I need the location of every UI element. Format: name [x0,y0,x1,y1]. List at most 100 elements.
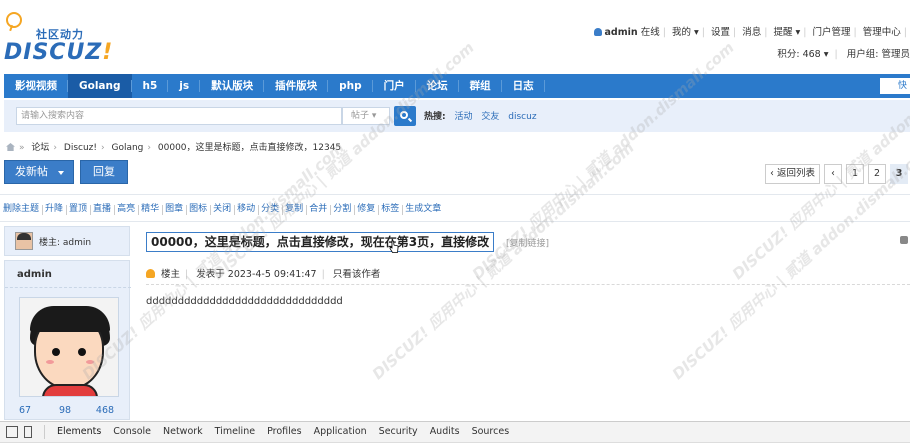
devtools-tab-console[interactable]: Console [107,422,157,442]
mod-close[interactable]: 关闭 [210,195,236,223]
mod-merge[interactable]: 合并 [306,195,332,223]
search-type-label: 帖子 [351,111,370,121]
chevron-down-icon [58,171,64,175]
devtools-tab-profiles[interactable]: Profiles [261,422,308,442]
copy-link-button[interactable]: [复制链接] [506,236,549,249]
quick-nav-button[interactable]: 快 [880,78,910,94]
nav-item-h5[interactable]: h5 [132,74,169,98]
floor-label: 楼主 [161,269,181,280]
breadcrumb-thread[interactable]: 00000，这里是标题，点击直接修改，12345 [158,143,341,153]
nav-item-js[interactable]: js [168,74,201,98]
mod-copy[interactable]: 复制 [282,195,308,223]
username-link[interactable]: admin [605,27,638,38]
credits-menu[interactable]: 积分: 468 [777,49,820,60]
devtools-tab-network[interactable]: Network [157,422,209,442]
thread-title-input[interactable]: 00000，这里是标题，点击直接修改，现在在第3页，直接修改 [146,232,495,252]
home-icon[interactable] [6,143,15,151]
nav-item-php[interactable]: php [328,74,373,98]
mod-highlight[interactable]: 高亮 [114,195,140,223]
search-type-select[interactable]: 帖子 ▾ [342,107,390,125]
search-icon [400,111,408,119]
nav-item-default[interactable]: 默认版块 [200,74,265,98]
breadcrumb: » 论坛 › Discuz! › Golang › 00000，这里是标题，点击直接修… [6,140,341,153]
hand-cursor-icon [389,240,399,253]
mod-live[interactable]: 直播 [90,195,116,223]
mod-split[interactable]: 分割 [330,195,356,223]
devtools-content [0,442,910,447]
user-toolbar: admin 在线 | 我的 ▾ | 设置 | 消息 | 提醒 ▾ | 门户管理 | 管理中心… [593,24,910,38]
hot-word-dating[interactable]: 交友 [481,112,499,122]
post-meta: 楼主 | 发表于 2023-4-5 09:41:47 | 只看该作者 [146,266,380,280]
mod-repair[interactable]: 修复 [354,195,380,223]
my-menu[interactable]: 我的 [672,24,691,38]
inspect-icon[interactable] [6,426,18,438]
author-stats: 67 98 468 [5,405,131,416]
messages-link[interactable]: 消息 [742,24,761,38]
nav-item-forum[interactable]: 论坛 [416,74,459,98]
portal-admin-link[interactable]: 门户管理 [813,24,851,38]
devtools-tab-sources[interactable]: Sources [466,422,516,442]
back-to-list-label: 返回列表 [776,168,815,179]
nav-item-portal[interactable]: 门户 [373,74,416,98]
page-1[interactable]: 1 [846,164,864,184]
devtools-tab-audits[interactable]: Audits [424,422,466,442]
post-author-panel: admin 67 98 468 [4,260,131,420]
nav-item-group[interactable]: 群组 [459,74,502,98]
admin-center-link[interactable]: 管理中心 [863,24,901,38]
devtools-tab-security[interactable]: Security [373,422,424,442]
breadcrumb-golang[interactable]: Golang [111,143,143,153]
mod-icon[interactable]: 图标 [186,195,212,223]
nav-item-golang[interactable]: Golang [68,74,132,98]
nav-item-video[interactable]: 影视视频 [4,74,68,98]
online-status: 在线 [640,27,660,38]
devtools-tab-elements[interactable]: Elements [51,422,107,442]
search-button[interactable] [394,106,416,126]
thread-starter[interactable]: 楼主: admin [39,235,91,248]
mod-move[interactable]: 移动 [234,195,260,223]
back-to-list-button[interactable]: ‹ 返回列表 [765,164,820,184]
search-bar: 请输入搜索内容 帖子 ▾ 热搜: 活动 交友 discuz [4,100,910,132]
author-avatar[interactable] [19,297,119,397]
hot-word-discuz[interactable]: discuz [508,112,536,122]
divider [5,287,131,288]
stat-threads[interactable]: 67 [5,405,45,416]
reminders-link[interactable]: 提醒 [773,24,792,38]
new-post-button[interactable]: 发新帖 [4,160,74,184]
post-time: 发表于 2023-4-5 09:41:47 [196,269,317,280]
nav-item-blog[interactable]: 日志 [502,74,545,98]
mod-bump[interactable]: 升降 [42,195,68,223]
pager: ‹ 返回列表 ‹ 1 2 3 [761,164,908,184]
avatar[interactable] [15,232,33,250]
hot-word-activity[interactable]: 活动 [454,112,472,122]
mod-delete[interactable]: 删除主题 [0,195,44,223]
mod-stick[interactable]: 置顶 [66,195,92,223]
page-3-current: 3 [890,164,908,184]
device-mode-icon[interactable] [24,426,32,438]
search-input[interactable]: 请输入搜索内容 [16,107,342,125]
mod-tags[interactable]: 标签 [378,195,404,223]
print-icon[interactable] [900,236,908,244]
breadcrumb-forum[interactable]: 论坛 [31,143,49,153]
reply-button[interactable]: 回复 [80,160,128,184]
stat-posts[interactable]: 98 [45,405,85,416]
devtools-tab-application[interactable]: Application [308,422,373,442]
breadcrumb-discuz[interactable]: Discuz! [64,143,97,153]
thread-author-cell: 楼主: admin [4,226,130,256]
main-nav: 影视视频 Golang h5 js 默认版块 插件版块 php 门户 论坛 群组… [4,74,910,98]
discuz-logo[interactable]: 社区动力 DISCUZ! [4,10,114,66]
only-author-link[interactable]: 只看该作者 [333,269,381,280]
mod-stamp[interactable]: 图章 [162,195,188,223]
mod-digest[interactable]: 精华 [138,195,164,223]
stat-credits[interactable]: 468 [85,405,125,416]
settings-link[interactable]: 设置 [711,24,730,38]
mod-type[interactable]: 分类 [258,195,284,223]
prev-page-button[interactable]: ‹ [824,164,842,184]
usergroup-link[interactable]: 用户组: 管理员 [847,49,910,60]
devtools-tab-timeline[interactable]: Timeline [209,422,261,442]
nav-item-plugin[interactable]: 插件版块 [264,74,329,98]
post-author-name[interactable]: admin [17,269,52,280]
mod-generate-article[interactable]: 生成文章 [402,195,444,223]
hot-search: 热搜: 活动 交友 discuz [424,109,537,122]
page-2[interactable]: 2 [868,164,886,184]
user-icon [146,269,155,278]
